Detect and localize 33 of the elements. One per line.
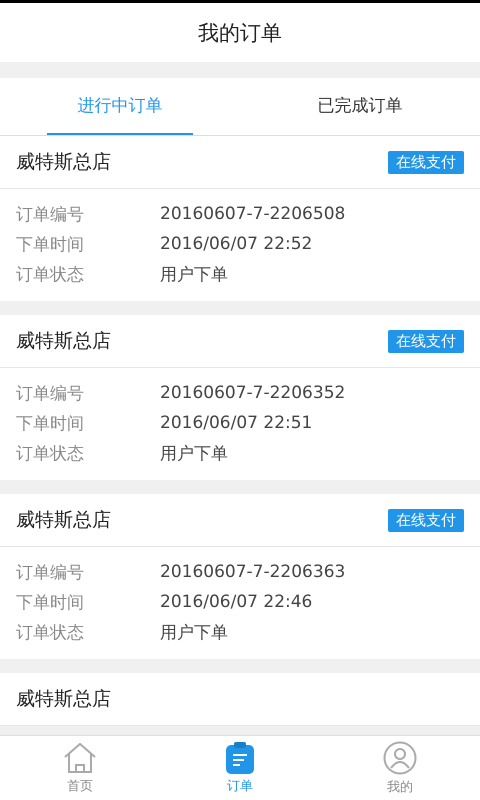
field-label: 订单编号	[16, 382, 85, 404]
field-label: 订单编号	[16, 204, 85, 226]
field-label: 订单状态	[16, 264, 85, 286]
field-label: 下单时间	[16, 592, 85, 614]
clipboard-icon[interactable]	[226, 742, 254, 774]
user-icon[interactable]	[383, 740, 417, 774]
store-name: 威特斯总店	[16, 687, 111, 712]
field-value: 用户下单	[160, 442, 228, 464]
order-tab[interactable]: 已完成订单	[287, 78, 433, 135]
field-value: 2016/06/07 22:52	[160, 234, 312, 254]
field-label: 下单时间	[16, 234, 85, 256]
home-icon[interactable]	[63, 742, 97, 774]
field-label: 订单编号	[16, 562, 85, 584]
field-value: 20160607-7-2206352	[160, 383, 346, 403]
payment-tag: 在线支付	[388, 330, 464, 352]
nav-label[interactable]: 订单	[227, 776, 253, 794]
field-value: 20160607-7-2206508	[160, 204, 346, 224]
payment-tag: 在线支付	[388, 150, 464, 174]
field-value: 2016/06/07 22:46	[160, 592, 312, 612]
field-value: 20160607-7-2206363	[160, 562, 346, 582]
store-name: 威特斯总店	[16, 150, 111, 175]
store-name: 威特斯总店	[16, 508, 111, 533]
field-value: 2016/06/07 22:51	[160, 413, 312, 433]
field-value: 用户下单	[160, 264, 228, 286]
page-title: 我的订单	[0, 3, 480, 62]
payment-tag: 在线支付	[388, 508, 464, 532]
nav-label[interactable]: 首页	[67, 776, 93, 794]
field-label: 下单时间	[16, 412, 85, 434]
store-name: 威特斯总店	[16, 329, 111, 354]
nav-label[interactable]: 我的	[387, 778, 413, 796]
field-label: 订单状态	[16, 622, 85, 644]
field-label: 订单状态	[16, 442, 85, 464]
field-value: 用户下单	[160, 622, 228, 644]
